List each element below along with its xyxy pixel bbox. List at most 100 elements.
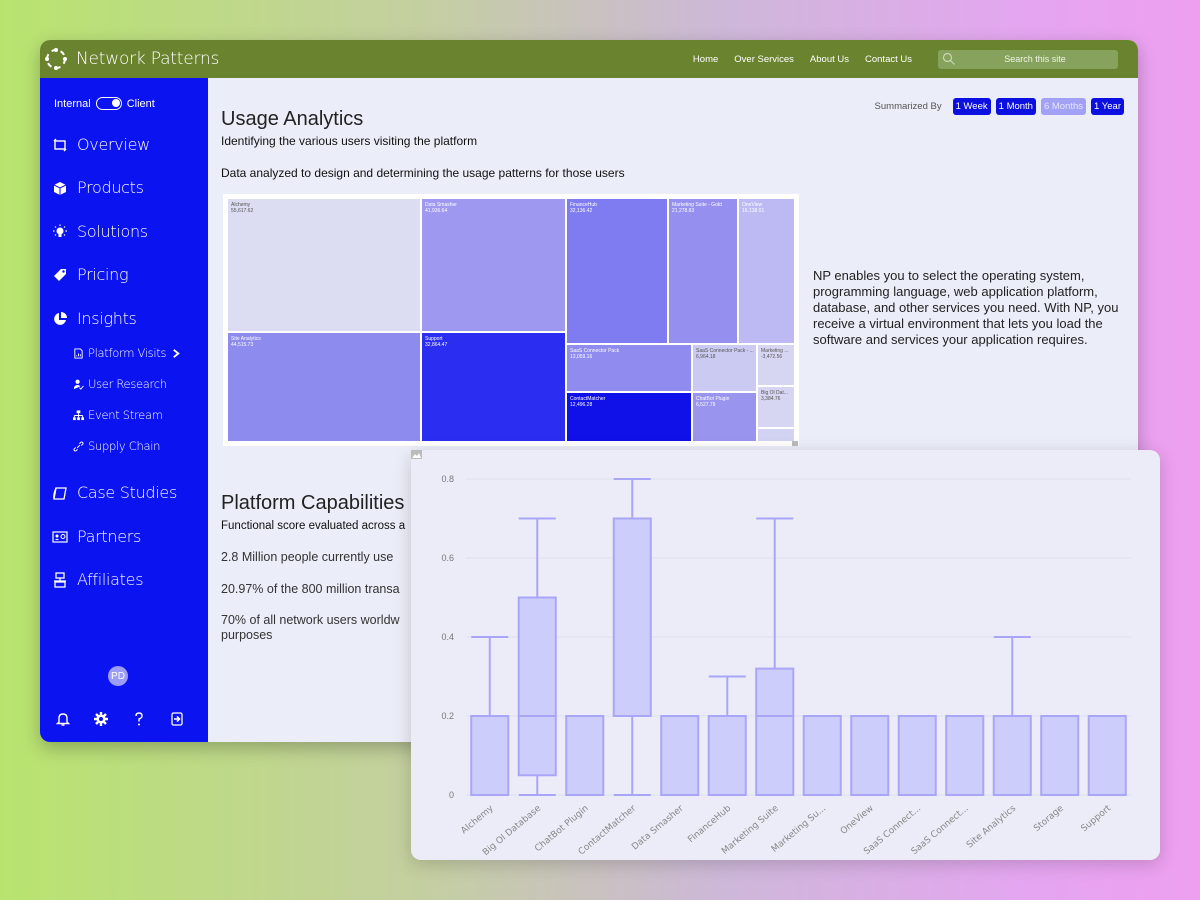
toggle-label-internal: Internal xyxy=(54,97,91,110)
box-3[interactable] xyxy=(612,478,652,796)
box-iqr xyxy=(802,715,842,796)
capability-stat: 70% of all network users worldw xyxy=(221,613,400,627)
brand-name: Network Patterns xyxy=(76,49,220,69)
boxplot-chart: 00.20.40.60.8AlchemyBig Ol DatabaseChatB… xyxy=(441,474,1131,858)
box-10[interactable] xyxy=(945,715,985,796)
resize-handle-icon[interactable] xyxy=(792,441,798,446)
box-2[interactable] xyxy=(565,715,605,796)
treemap-tile[interactable]: SaaS Connector Pack 13,059.16 xyxy=(566,344,692,392)
sidebar-subitem-supply-chain[interactable]: Supply Chain xyxy=(73,439,160,453)
box-icon xyxy=(53,181,67,195)
box-iqr xyxy=(945,715,985,796)
treemap-tile-label: Site Analytics xyxy=(231,336,261,342)
sidebar-subitem-event-stream[interactable]: Event Stream xyxy=(73,408,163,422)
x-tick-label: FinanceHub xyxy=(686,803,733,845)
box-8[interactable] xyxy=(850,715,890,796)
box-iqr xyxy=(1087,715,1127,796)
box-1[interactable] xyxy=(517,517,557,796)
box-13[interactable] xyxy=(1087,715,1127,796)
box-12[interactable] xyxy=(1040,715,1080,796)
treemap-tile[interactable]: Alchemy 55,617.62 xyxy=(227,198,421,332)
box-7[interactable] xyxy=(802,715,842,796)
box-6[interactable] xyxy=(755,517,795,797)
treemap-tile-value: 41,936.64 xyxy=(425,208,448,214)
treemap-tile[interactable]: ContactMatcher 12,496.28 xyxy=(566,392,692,442)
usage-analytics-title: Usage Analytics xyxy=(221,108,364,130)
y-tick-label: 0.4 xyxy=(441,632,454,642)
treemap-tile[interactable]: Marketing ... -3,472.56 xyxy=(757,344,795,386)
sidebar-item-case-studies[interactable]: Case Studies xyxy=(52,483,177,502)
treemap-tile[interactable]: Support 32,864.47 xyxy=(421,332,566,442)
treemap-tile-value: 44,515.73 xyxy=(231,342,254,348)
box-iqr xyxy=(470,715,510,796)
x-tick-label: Support xyxy=(1079,803,1113,834)
period-1-week-button[interactable]: 1 Week xyxy=(952,98,991,115)
treemap-tile-label: SaaS Connector Pack xyxy=(570,348,620,354)
sidebar-item-products[interactable]: Products xyxy=(52,178,144,197)
treemap-tile[interactable]: Big Ol Dat... 3,384.76 xyxy=(757,386,795,428)
box-11[interactable] xyxy=(992,636,1032,796)
sidebar-item-solutions[interactable]: Solutions xyxy=(52,222,148,241)
treemap-tile[interactable] xyxy=(757,428,795,442)
period-1-month-button[interactable]: 1 Month xyxy=(995,98,1036,115)
summarized-by-controls: Summarized By 1 Week 1 Month 6 Months 1 … xyxy=(875,98,1124,115)
sidebar-item-insights[interactable]: Insights xyxy=(52,309,137,328)
ring-dots-logo-icon xyxy=(45,48,67,70)
nav-about-us[interactable]: About Us xyxy=(810,54,849,65)
search-input[interactable] xyxy=(938,54,1118,64)
np-info-text: NP enables you to select the operating s… xyxy=(813,268,1119,347)
bell-icon[interactable] xyxy=(54,710,71,727)
nav-over-services[interactable]: Over Services xyxy=(734,54,794,65)
brand[interactable]: Network Patterns xyxy=(44,47,219,71)
sidebar-item-partners[interactable]: Partners xyxy=(52,527,141,546)
x-tick-label: Alchemy xyxy=(459,803,496,836)
sidebar-item-pricing[interactable]: Pricing xyxy=(52,265,129,284)
usage-treemap: Big Ol Dat... 3,384.76 ChatBot Plugin 6,527… xyxy=(223,194,799,446)
period-1-year-button[interactable]: 1 Year xyxy=(1091,98,1124,115)
treemap-tile-value: 13,059.16 xyxy=(570,354,593,360)
box-5[interactable] xyxy=(707,675,747,796)
period-6-months-button[interactable]: 6 Months xyxy=(1040,98,1087,115)
capability-stat: 2.8 Million people currently use xyxy=(221,550,394,564)
box-iqr xyxy=(755,667,795,797)
sidebar-item-overview[interactable]: Overview xyxy=(52,135,150,154)
box-9[interactable] xyxy=(897,715,937,796)
treemap-tile-value: 6,964.18 xyxy=(696,354,716,360)
user-avatar[interactable]: PD xyxy=(108,666,128,686)
treemap-tile[interactable]: OneView 16,138.01 xyxy=(738,198,795,344)
help-icon[interactable] xyxy=(130,710,147,727)
sidebar-item-affiliates[interactable]: Affiliates xyxy=(52,570,144,589)
treemap-tile-label: ChatBot Plugin xyxy=(696,396,730,402)
nav-home[interactable]: Home xyxy=(693,54,718,65)
treemap-tile[interactable]: Marketing Suite - Gold 21,278.83 xyxy=(668,198,738,344)
refresh-square-icon xyxy=(53,138,67,151)
logout-icon[interactable] xyxy=(168,710,185,727)
functional-score-boxplot-panel: 0 0.2 0.4 0.6 0.8 Alchemy Big Ol Database ChatB… xyxy=(411,450,1160,860)
box-iqr xyxy=(612,517,652,717)
x-tick-label: OneView xyxy=(839,804,876,837)
treemap-tile[interactable]: SaaS Connector Pack - ... 6,964.18 xyxy=(692,344,757,392)
sidebar: Internal Client Overview Products Soluti… xyxy=(40,78,208,742)
box-0[interactable] xyxy=(470,636,510,796)
treemap-tile[interactable]: FinanceHub 32,136.42 xyxy=(566,198,668,344)
price-tag-icon xyxy=(54,268,66,281)
search-icon xyxy=(942,52,955,65)
sidebar-subitem-user-research[interactable]: User Research xyxy=(73,377,167,391)
sidebar-footer-icons xyxy=(54,710,206,727)
sidebar-subitem-platform-visits[interactable]: Platform Visits xyxy=(73,346,182,360)
capability-stat: 20.97% of the 800 million transa xyxy=(221,582,400,596)
treemap-tile-label: Marketing Suite - Gold xyxy=(672,202,722,208)
treemap-tile[interactable]: Data Smasher 41,936.64 xyxy=(421,198,566,332)
nav-contact-us[interactable]: Contact Us xyxy=(865,54,912,65)
gear-icon[interactable] xyxy=(92,710,109,727)
image-export-icon[interactable] xyxy=(411,450,422,459)
toggle-label-client: Client xyxy=(126,97,155,110)
internal-client-toggle[interactable] xyxy=(95,97,122,110)
treemap-tile[interactable]: Site Analytics 44,515.73 xyxy=(227,332,421,442)
treemap-tile-label: Big Ol Dat... xyxy=(761,390,788,396)
treemap-tile-label: SaaS Connector Pack - ... xyxy=(696,348,754,354)
treemap-tile[interactable]: ChatBot Plugin 6,527.79 xyxy=(692,392,757,442)
treemap-tile-label: Marketing ... xyxy=(761,348,789,354)
box-4[interactable] xyxy=(660,715,700,796)
x-tick-label: Data Smasher xyxy=(630,803,686,852)
